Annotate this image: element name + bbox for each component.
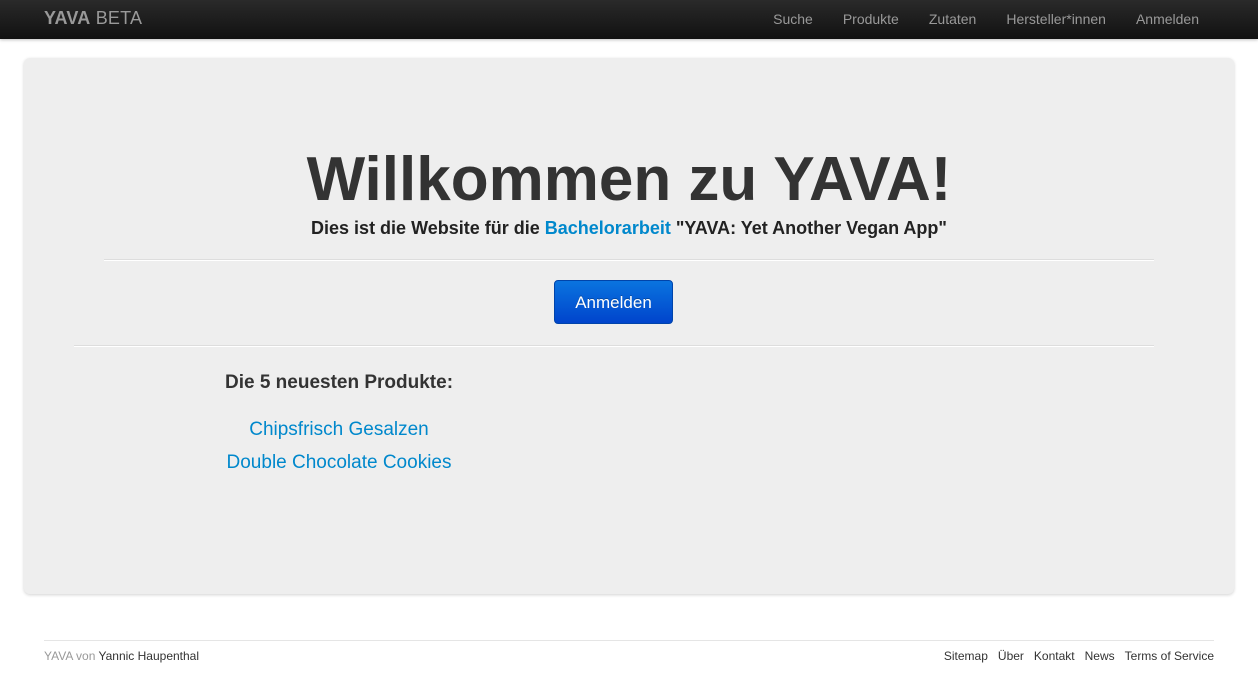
footer-link-ueber[interactable]: Über — [998, 649, 1024, 663]
login-button[interactable]: Anmelden — [554, 280, 673, 324]
subtitle-text-before: Dies ist die Website für die — [311, 218, 540, 238]
nav-item-produkte[interactable]: Produkte — [828, 0, 914, 39]
nav-item-anmelden[interactable]: Anmelden — [1121, 0, 1214, 39]
footer: YAVA von Yannic Haupenthal Sitemap Über … — [44, 640, 1214, 663]
list-item: Double Chocolate Cookies — [214, 446, 464, 479]
newest-products-heading: Die 5 neuesten Produkte: — [224, 372, 454, 393]
page-title: Willkommen zu YAVA! — [306, 145, 952, 214]
author-link[interactable]: Yannic Haupenthal — [99, 649, 200, 663]
footer-link-news[interactable]: News — [1085, 649, 1115, 663]
brand-name: YAVA — [44, 8, 91, 28]
footer-link-terms[interactable]: Terms of Service — [1125, 649, 1214, 663]
footer-link-sitemap[interactable]: Sitemap — [944, 649, 988, 663]
subtitle-text-after: "YAVA: Yet Another Vegan App" — [675, 218, 947, 238]
nav-item-hersteller[interactable]: Hersteller*innen — [991, 0, 1121, 39]
footer-credit: YAVA von Yannic Haupenthal — [44, 649, 199, 663]
brand-beta-label: BETA — [95, 8, 143, 28]
footer-links: Sitemap Über Kontakt News Terms of Servi… — [934, 649, 1214, 663]
footer-link-kontakt[interactable]: Kontakt — [1034, 649, 1075, 663]
brand-logo-link[interactable]: YAVA BETA — [44, 8, 142, 29]
nav-item-suche[interactable]: Suche — [758, 0, 828, 39]
footer-prefix: YAVA von — [44, 649, 96, 663]
divider — [74, 345, 1154, 347]
main-nav: Suche Produkte Zutaten Hersteller*innen … — [758, 0, 1214, 39]
nav-item-zutaten[interactable]: Zutaten — [914, 0, 991, 39]
top-navbar: YAVA BETA Suche Produkte Zutaten Herstel… — [0, 0, 1258, 39]
list-item: Chipsfrisch Gesalzen — [214, 413, 464, 446]
divider — [104, 259, 1154, 261]
product-link[interactable]: Chipsfrisch Gesalzen — [249, 419, 429, 440]
hero-unit: Willkommen zu YAVA! Dies ist die Website… — [24, 58, 1234, 594]
product-link[interactable]: Double Chocolate Cookies — [227, 452, 452, 473]
bachelorarbeit-link[interactable]: Bachelorarbeit — [545, 218, 671, 238]
hero-subtitle: Dies ist die Website für die Bachelorarb… — [24, 216, 1234, 240]
newest-products-list: Chipsfrisch Gesalzen Double Chocolate Co… — [214, 413, 464, 479]
